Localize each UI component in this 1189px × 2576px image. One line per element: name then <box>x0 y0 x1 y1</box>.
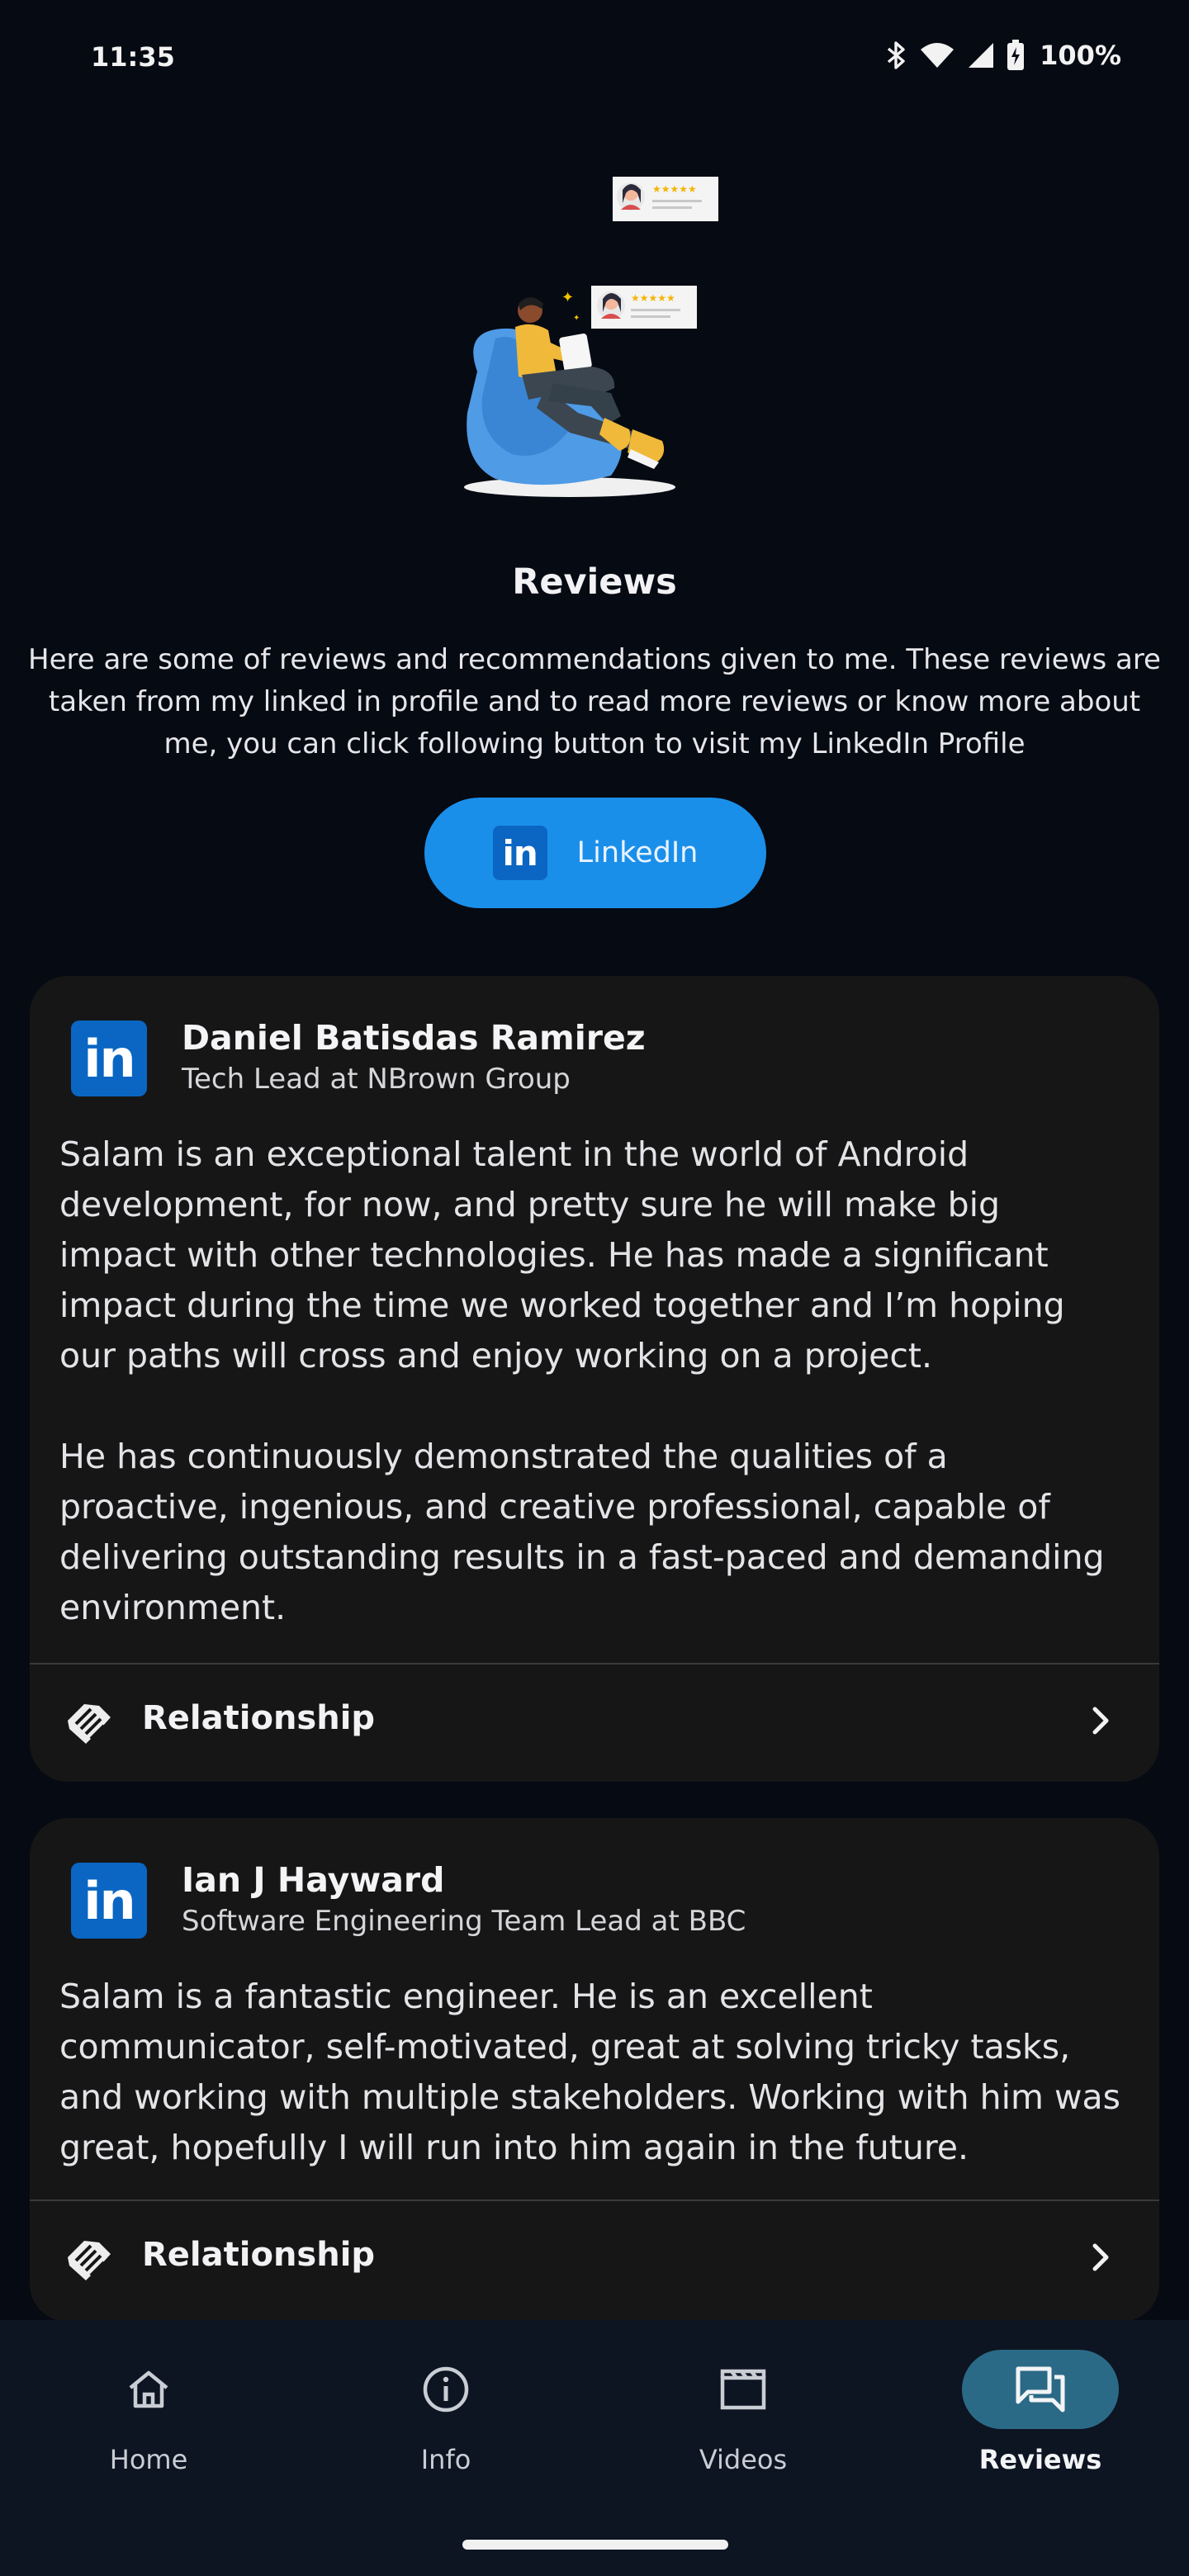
nav-item-reviews[interactable]: Reviews <box>892 2320 1189 2485</box>
reviews-chat-icon <box>1016 2366 1065 2413</box>
review-card: in Daniel Batisdas Ramirez Tech Lead at … <box>30 976 1159 1782</box>
nav-item-info[interactable]: Info <box>297 2320 594 2485</box>
status-icons: 100% <box>886 40 1121 71</box>
nav-item-home[interactable]: Home <box>0 2320 297 2485</box>
nav-label-info: Info <box>420 2444 471 2475</box>
page-title: Reviews <box>512 561 677 603</box>
nav-label-reviews: Reviews <box>978 2444 1102 2475</box>
linkedin-button[interactable]: in LinkedIn <box>424 798 766 908</box>
chevron-right-icon <box>1092 2243 1109 2271</box>
reviewer-name: Daniel Batisdas Ramirez <box>182 1018 646 1058</box>
hero-illustration: ★★★★★ ★★★★★ ✦ ✦ <box>464 177 718 497</box>
reviewer-name: Ian J Hayward <box>182 1860 445 1900</box>
cell-signal-icon <box>969 43 994 68</box>
relationship-label: Relationship <box>142 2236 376 2274</box>
nav-label-videos: Videos <box>699 2444 788 2475</box>
review-card-header: in Ian J Hayward Software Engineering Te… <box>71 1859 746 1940</box>
review-text: Salam is a fantastic engineer. He is an … <box>59 1977 1120 2167</box>
review-bubble-top: ★★★★★ <box>613 177 718 221</box>
home-icon <box>129 2370 168 2408</box>
linkedin-button-label: LinkedIn <box>576 836 699 869</box>
reviewer-role: Tech Lead at NBrown Group <box>182 1063 571 1096</box>
linkedin-icon: in <box>492 826 547 880</box>
status-bar: 11:35 100% <box>0 0 1189 116</box>
relationship-label: Relationship <box>142 1699 376 1737</box>
relationship-row[interactable]: Relationship <box>30 1664 1159 1782</box>
wifi-icon <box>921 43 955 68</box>
reviewer-role: Software Engineering Team Lead at BBC <box>182 1905 746 1938</box>
review-text: Salam is an exceptional talent in the wo… <box>59 1134 1105 1627</box>
review-card-header: in Daniel Batisdas Ramirez Tech Lead at … <box>71 1017 646 1098</box>
nav-label-home: Home <box>109 2444 188 2475</box>
home-indicator[interactable] <box>462 2540 728 2550</box>
battery-charging-icon <box>1007 40 1025 70</box>
battery-percent: 100% <box>1040 40 1121 71</box>
svg-text:★★★★★: ★★★★★ <box>652 183 697 195</box>
page-intro: Here are some of reviews and recommendat… <box>28 643 1161 760</box>
status-time: 11:35 <box>91 41 175 73</box>
nav-active-pill <box>962 2350 1119 2429</box>
relationship-row[interactable]: Relationship <box>30 2201 1159 2318</box>
linkedin-icon: in <box>71 1020 147 1096</box>
info-icon <box>423 2366 469 2413</box>
handshake-icon <box>68 2241 111 2280</box>
svg-text:✦: ✦ <box>573 314 580 323</box>
chevron-right-icon <box>1092 1707 1109 1735</box>
clapperboard-icon <box>720 2369 766 2410</box>
review-bubble-middle: ★★★★★ <box>591 286 697 329</box>
handshake-icon <box>68 1704 111 1744</box>
svg-text:★★★★★: ★★★★★ <box>631 292 675 304</box>
bluetooth-icon <box>888 41 905 69</box>
svg-text:✦: ✦ <box>561 289 574 306</box>
review-card: in Ian J Hayward Software Engineering Te… <box>30 1818 1159 2322</box>
nav-item-videos[interactable]: Videos <box>594 2320 892 2485</box>
bottom-navigation: Home Info Videos Reviews <box>0 2320 1189 2576</box>
linkedin-icon: in <box>71 1863 147 1939</box>
